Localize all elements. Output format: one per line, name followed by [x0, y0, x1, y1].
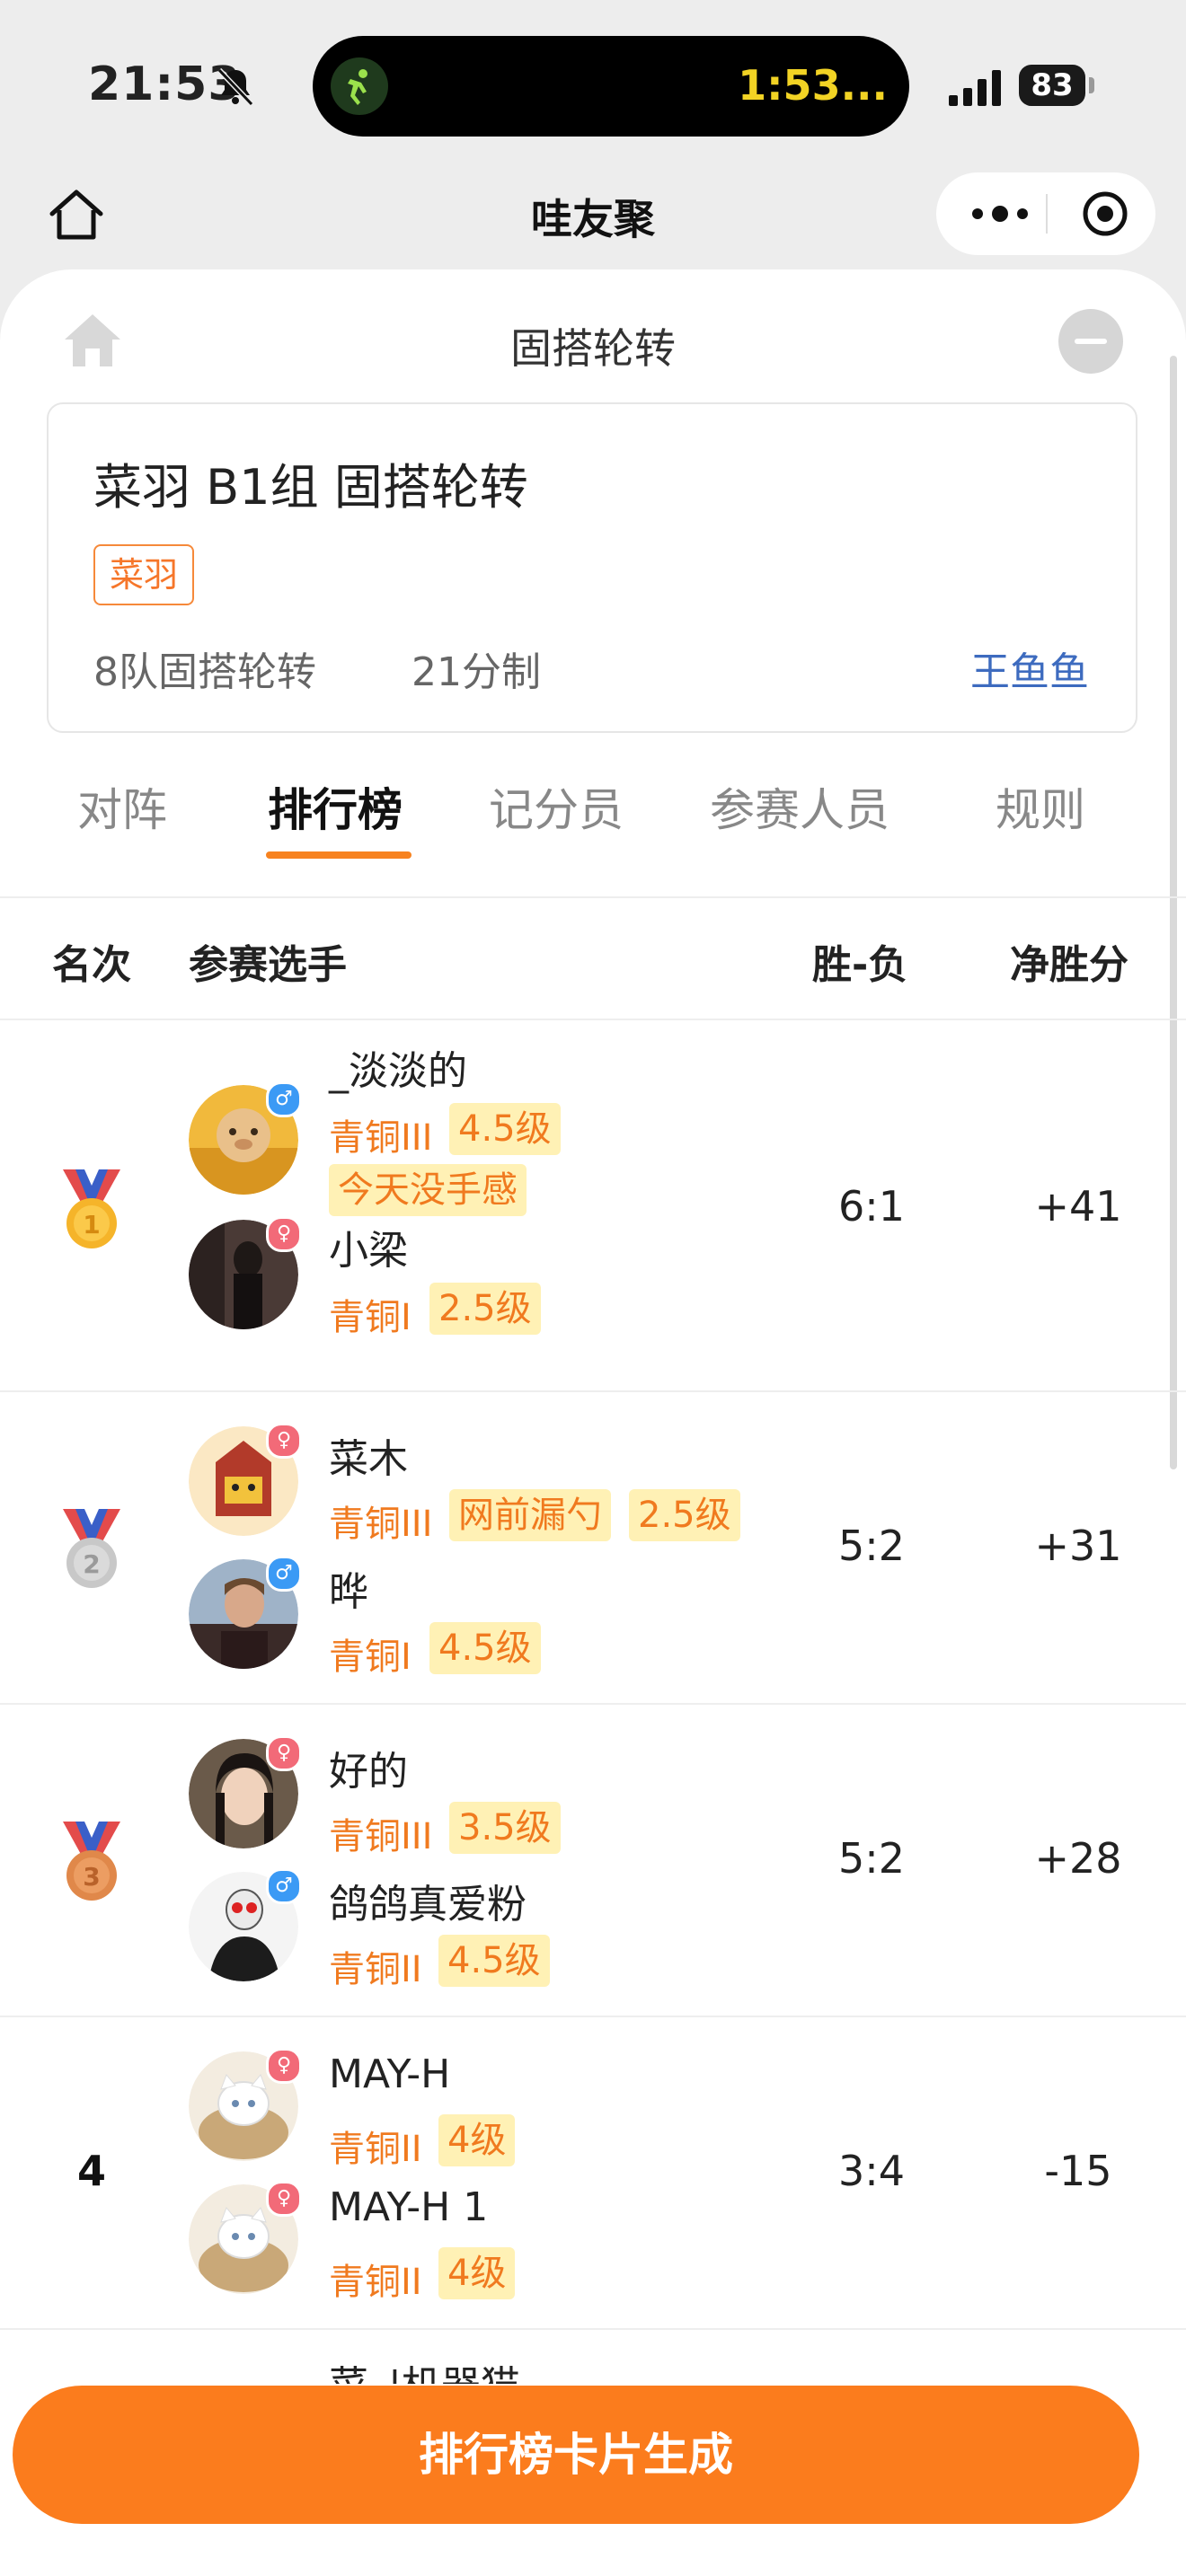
female-icon: ♀	[266, 1423, 302, 1459]
svg-text:2: 2	[83, 1549, 100, 1579]
win-loss: 5:2	[837, 1522, 906, 1570]
tab-scorekeepers[interactable]: 记分员	[489, 774, 624, 839]
player-tier: 青铜I	[329, 1297, 412, 1338]
female-icon: ♀	[266, 1735, 302, 1771]
player-tier: 青铜I	[329, 1636, 412, 1678]
player-name: 小梁	[329, 1228, 408, 1274]
sport-tag: 菜羽	[93, 544, 195, 605]
bell-muted-icon	[217, 67, 254, 107]
female-icon: ♀	[266, 1216, 302, 1252]
header-net-points: 净胜分	[1010, 942, 1128, 988]
level-tag: 4.5级	[438, 1935, 550, 1987]
leaderboard-row[interactable]: 2 ♀ 菜木 青铜III 网前漏勺 2.5级 ♂ 晔 青铜I 4.5级 5:2 …	[0, 1392, 1186, 1705]
page-header: 固搭轮转	[0, 269, 1186, 413]
net-points: +31	[1034, 1522, 1122, 1570]
player-tier: 青铜II	[329, 1949, 422, 1990]
active-tab-indicator	[266, 851, 412, 859]
male-icon: ♂	[266, 1556, 302, 1592]
player-tier: 青铜III	[329, 1816, 433, 1857]
battery-indicator: 83	[1019, 65, 1085, 106]
male-icon: ♂	[266, 1868, 302, 1904]
player-name-partial: 菜_|机器猫	[329, 2353, 520, 2384]
more-options-icon[interactable]	[967, 198, 1033, 230]
player-avatar[interactable]: ♂	[189, 1868, 302, 1981]
organizer-link[interactable]: 王鱼鱼	[970, 640, 1089, 697]
player-name: 晔	[329, 1569, 368, 1615]
player-tier: 青铜II	[329, 2262, 422, 2303]
tab-participants[interactable]: 参赛人员	[710, 774, 890, 839]
event-info-card: 菜羽 B1组 固搭轮转 菜羽 8队固搭轮转 21分制 王鱼鱼	[47, 402, 1137, 733]
skill-tag: 网前漏勺	[449, 1489, 611, 1541]
level-tag: 2.5级	[629, 1489, 740, 1541]
tab-bar: 对阵 排行榜 记分员 参赛人员 规则	[0, 754, 1186, 862]
level-tag: 4.5级	[429, 1622, 541, 1674]
player-avatar[interactable]: ♀	[189, 1423, 302, 1536]
battery-cap	[1089, 77, 1094, 93]
player-name: MAY-H	[329, 2051, 451, 2097]
player-tier: 青铜II	[329, 2129, 422, 2170]
svg-text:3: 3	[83, 1862, 100, 1892]
live-activity-timer: 1:53...	[738, 61, 888, 110]
player-avatar[interactable]: ♀	[189, 2181, 302, 2294]
level-tag: 4.5级	[449, 1103, 561, 1155]
player-tier: 青铜III	[329, 1504, 433, 1545]
close-miniprogram-icon[interactable]	[1080, 189, 1130, 239]
leaderboard-row[interactable]: 1 ♂ _淡淡的 青铜III 4.5级 今天没手感 ♀ 小梁 青铜I 2.5级 …	[0, 1020, 1186, 1392]
net-points: +28	[1034, 1834, 1122, 1883]
gold-medal-icon: 1	[63, 1169, 120, 1248]
tab-leaderboard[interactable]: 排行榜	[268, 774, 403, 839]
win-loss: 3:4	[837, 2147, 906, 2195]
svg-text:1: 1	[83, 1210, 100, 1239]
event-format: 8队固搭轮转	[93, 649, 316, 695]
header-rank: 名次	[52, 942, 131, 988]
capsule-divider	[1046, 194, 1048, 234]
cellular-signal-icon	[949, 70, 1001, 106]
player-tier: 青铜III	[329, 1117, 433, 1159]
player-avatar[interactable]: ♂	[189, 1556, 302, 1669]
silver-medal-icon: 2	[63, 1509, 120, 1588]
tab-matchups[interactable]: 对阵	[77, 774, 167, 839]
player-avatar[interactable]: ♂	[189, 1081, 302, 1195]
male-icon: ♂	[266, 1081, 302, 1117]
win-loss: 5:2	[837, 1834, 906, 1883]
player-name: _淡淡的	[329, 1048, 467, 1094]
event-name: 菜羽 B1组 固搭轮转	[93, 459, 528, 516]
female-icon: ♀	[266, 2048, 302, 2084]
tab-rules[interactable]: 规则	[996, 774, 1085, 839]
player-name: 菜木	[329, 1436, 408, 1482]
generate-leaderboard-card-button[interactable]: 排行榜卡片生成	[13, 2386, 1139, 2524]
level-tag: 4级	[438, 2114, 516, 2166]
player-name: 好的	[329, 1749, 408, 1795]
event-scoring: 21分制	[412, 649, 541, 695]
content-sheet: 固搭轮转 菜羽 B1组 固搭轮转 菜羽 8队固搭轮转 21分制 王鱼鱼 对阵 排…	[0, 269, 1186, 2576]
header-win-loss: 胜-负	[812, 942, 908, 988]
win-loss: 6:1	[837, 1182, 906, 1231]
player-avatar[interactable]: ♀	[189, 1216, 302, 1329]
miniprogram-nav-bar: 哇友聚	[0, 162, 1186, 269]
player-name: MAY-H 1	[329, 2184, 489, 2230]
level-tag: 4级	[438, 2247, 516, 2299]
female-icon: ♀	[266, 2181, 302, 2217]
minus-circle-icon[interactable]	[1058, 309, 1123, 374]
rank-number: 4	[76, 2147, 106, 2195]
player-avatar[interactable]: ♀	[189, 1735, 302, 1848]
leaderboard-row[interactable]: 3 ♀ 好的 青铜III 3.5级 ♂ 鸽鸽真爱粉 青铜II 4.5级 5:2 …	[0, 1705, 1186, 2017]
level-tag: 2.5级	[429, 1283, 541, 1335]
net-points: -15	[1044, 2147, 1112, 2195]
bronze-medal-icon: 3	[63, 1822, 120, 1901]
status-bar: 21:53 1:53... 83	[0, 0, 1186, 162]
miniprogram-capsule	[936, 172, 1155, 255]
player-avatar[interactable]: ♀	[189, 2048, 302, 2161]
page-title: 固搭轮转	[510, 324, 676, 373]
sport-activity-icon	[331, 57, 388, 115]
dynamic-island[interactable]: 1:53...	[313, 36, 909, 137]
leaderboard-header: 名次 参赛选手 胜-负 净胜分	[0, 896, 1186, 1020]
level-tag: 3.5级	[449, 1802, 561, 1854]
status-tag: 今天没手感	[329, 1164, 527, 1216]
net-points: +41	[1034, 1182, 1122, 1231]
leaderboard-row[interactable]: 4 ♀ MAY-H 青铜II 4级 ♀ MAY-H 1 青铜II 4级 3:4 …	[0, 2017, 1186, 2330]
header-players: 参赛选手	[189, 942, 347, 988]
player-name: 鸽鸽真爱粉	[329, 1882, 527, 1928]
